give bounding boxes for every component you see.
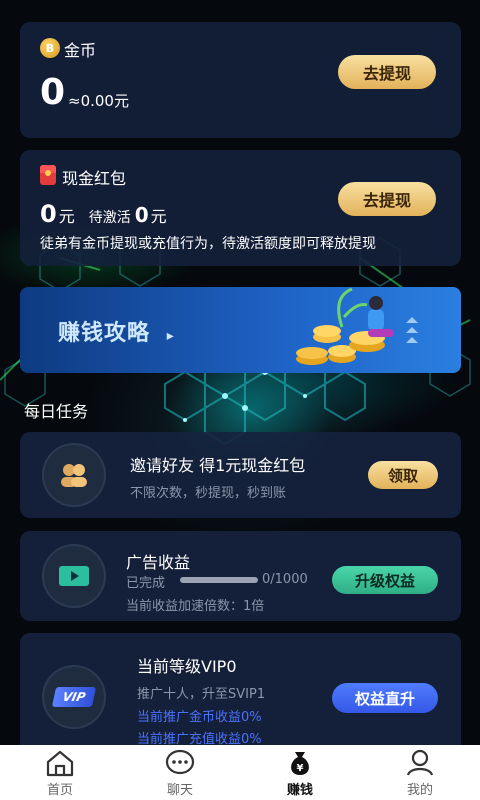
upgrade-benefits-button[interactable]: 升级权益 xyxy=(332,566,438,594)
earning-guide-banner[interactable]: 赚钱攻略 ▸ xyxy=(20,287,461,373)
tab-earn[interactable]: ¥ 赚钱 xyxy=(240,745,360,800)
banner-title-text: 赚钱攻略 xyxy=(58,321,151,346)
money-bag-icon: ¥ xyxy=(291,752,309,775)
red-packet-amount: 0 xyxy=(40,200,57,228)
vip-subtitle: 推广十人，升至SVIP1 xyxy=(137,687,266,702)
tab-profile[interactable]: 我的 xyxy=(360,745,480,800)
home-icon xyxy=(46,750,74,777)
red-packet-withdraw-button[interactable]: 去提现 xyxy=(338,182,436,216)
daily-tasks-title: 每日任务 xyxy=(24,402,89,421)
ads-progress-text: 0/1000 xyxy=(262,572,308,587)
ads-title: 广告收益 xyxy=(126,553,191,572)
friends-icon xyxy=(42,443,106,507)
tab-profile-label: 我的 xyxy=(406,783,433,798)
red-packet-title: 现金红包 xyxy=(62,169,127,188)
invite-title: 邀请好友 得1元现金红包 xyxy=(130,456,306,475)
tab-home-label: 首页 xyxy=(46,783,73,798)
red-packet-amount-row: 0 元 待激活 0 元 xyxy=(40,200,167,228)
ads-progress-bar xyxy=(180,577,258,583)
ads-multiplier-text: 当前收益加速倍数：1倍 xyxy=(126,599,265,614)
red-packet-amount-unit: 元 xyxy=(58,207,75,226)
video-play-icon xyxy=(42,544,106,608)
coins-equivalent: ≈0.00元 xyxy=(68,92,129,110)
svg-text:¥: ¥ xyxy=(297,763,304,774)
coins-withdraw-button[interactable]: 去提现 xyxy=(338,55,436,89)
red-packet-icon xyxy=(40,165,56,185)
benefit-upgrade-button[interactable]: 权益直升 xyxy=(332,683,438,713)
pending-label: 待激活 xyxy=(88,210,131,226)
coins-card: B 金币 0 ≈0.00元 去提现 xyxy=(20,22,461,138)
vip-title: 当前等级VIP0 xyxy=(137,657,237,676)
bottom-tab-bar: 首页 聊天 ¥ 赚钱 我的 xyxy=(0,745,480,800)
coins-amount: 0 xyxy=(40,72,66,113)
vip-coin-income: 当前推广金币收益0% xyxy=(137,710,262,725)
tab-chat[interactable]: 聊天 xyxy=(120,745,240,800)
coins-illustration xyxy=(296,287,418,365)
coin-icon: B xyxy=(40,38,60,58)
cash-red-packet-card: 现金红包 0 元 待激活 0 元 徒弟有金币提现或充值行为，待激活额度即可释放提… xyxy=(20,150,461,266)
tab-home[interactable]: 首页 xyxy=(0,745,120,800)
banner-title: 赚钱攻略 ▸ xyxy=(58,315,175,347)
invite-claim-button[interactable]: 领取 xyxy=(368,461,438,489)
tab-chat-label: 聊天 xyxy=(166,783,193,798)
coin-icon-glyph: B xyxy=(45,41,55,55)
pending-unit: 元 xyxy=(150,207,167,226)
invite-task-card: 邀请好友 得1元现金红包 不限次数，秒提现，秒到账 领取 xyxy=(20,432,461,518)
vip-badge-icon: VIP xyxy=(42,665,106,729)
chat-icon xyxy=(165,749,195,775)
invite-subtitle: 不限次数，秒提现，秒到账 xyxy=(130,486,287,501)
coins-title: 金币 xyxy=(64,41,97,60)
profile-icon xyxy=(406,749,434,776)
ads-task-card: 广告收益 已完成 0/1000 当前收益加速倍数：1倍 升级权益 xyxy=(20,531,461,621)
tab-earn-label: 赚钱 xyxy=(286,783,313,798)
vip-badge: VIP xyxy=(51,687,97,707)
ads-completed-label: 已完成 xyxy=(126,576,166,591)
red-packet-note: 徒弟有金币提现或充值行为，待激活额度即可释放提现 xyxy=(40,236,376,252)
vip-task-card: VIP 当前等级VIP0 推广十人，升至SVIP1 当前推广金币收益0% 当前推… xyxy=(20,633,461,747)
banner-arrow-icon: ▸ xyxy=(166,328,175,344)
pending-amount: 0 xyxy=(134,203,149,227)
